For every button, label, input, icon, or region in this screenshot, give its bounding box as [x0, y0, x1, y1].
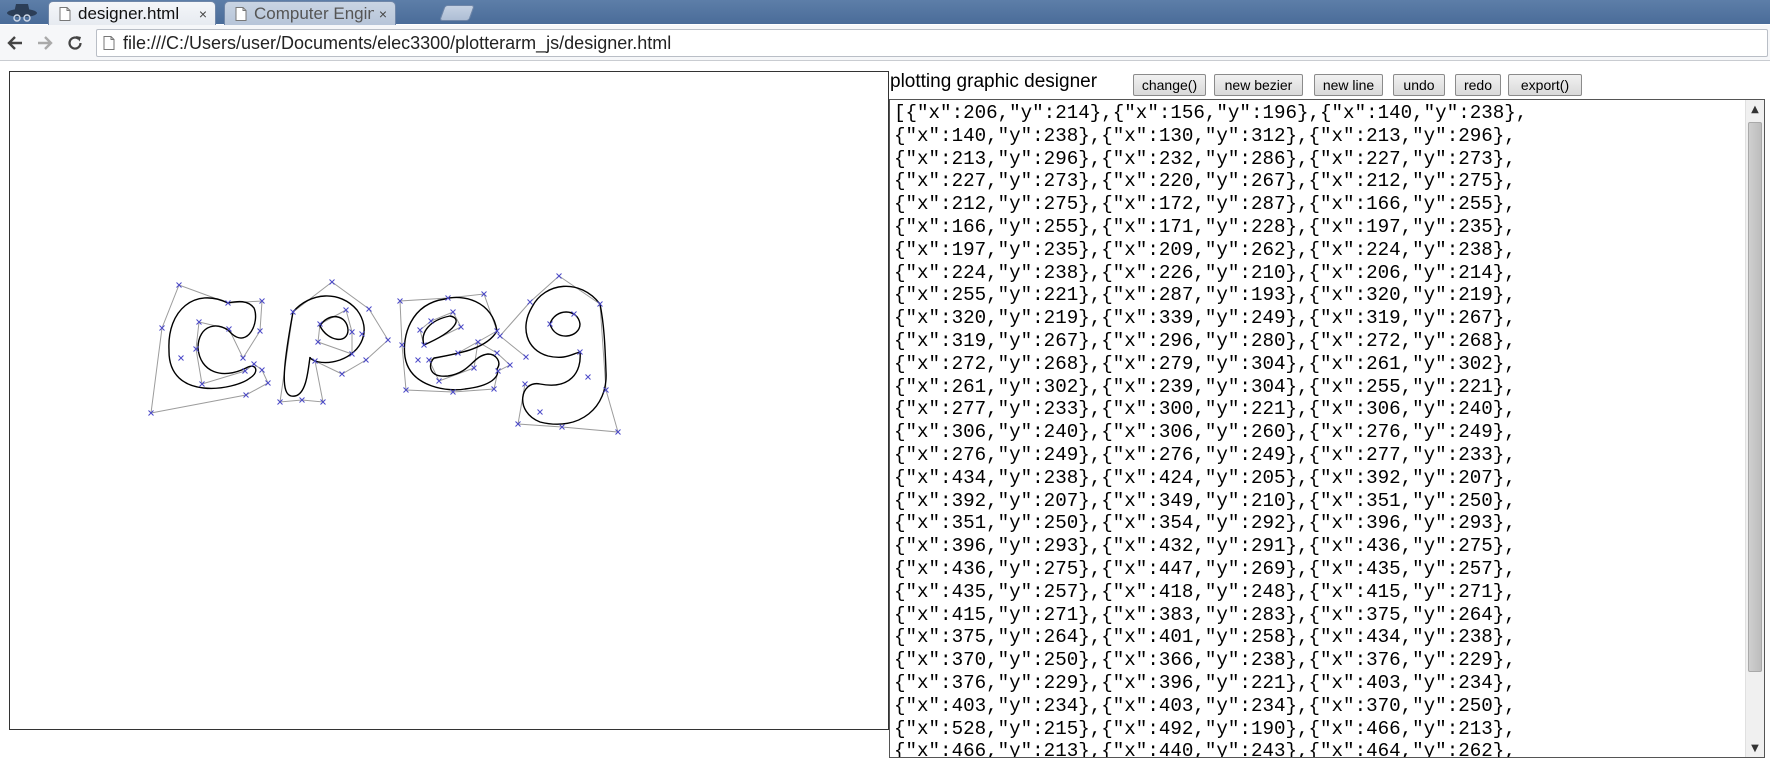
page-heading: plotting graphic designer [890, 71, 1098, 92]
control-point-marker[interactable] [507, 362, 513, 368]
control-point-marker[interactable] [259, 367, 265, 373]
control-point-marker[interactable] [428, 318, 434, 324]
tab-designer[interactable]: designer.html × [48, 1, 216, 26]
bezier-drawing[interactable] [10, 72, 888, 729]
new-bezier-button[interactable]: new bezier [1214, 74, 1303, 96]
change-button[interactable]: change() [1133, 74, 1206, 96]
json-line: {"x":415,"y":271},{"x":383,"y":283},{"x"… [894, 603, 1516, 626]
json-line: {"x":224,"y":238},{"x":226,"y":210},{"x"… [894, 261, 1516, 284]
scroll-up-icon[interactable]: ▲ [1746, 100, 1764, 118]
control-point-marker[interactable] [415, 357, 421, 363]
document-icon [59, 7, 71, 21]
control-point-marker[interactable] [494, 350, 500, 356]
control-point-marker[interactable] [537, 409, 543, 415]
json-line: {"x":351,"y":250},{"x":354,"y":292},{"x"… [894, 512, 1516, 535]
json-line: {"x":277,"y":233},{"x":300,"y":221},{"x"… [894, 398, 1516, 421]
json-line: {"x":376,"y":229},{"x":396,"y":221},{"x"… [894, 671, 1516, 694]
json-line: {"x":320,"y":219},{"x":339,"y":249},{"x"… [894, 307, 1516, 330]
json-line: {"x":227,"y":273},{"x":220,"y":267},{"x"… [894, 170, 1516, 193]
back-arrow-icon [7, 36, 22, 50]
control-point-marker[interactable] [527, 299, 533, 305]
address-bar[interactable]: file:///C:/Users/user/Documents/elec3300… [96, 29, 1768, 57]
incognito-icon [7, 4, 37, 22]
control-point-markers[interactable] [148, 273, 621, 435]
control-point-marker[interactable] [178, 355, 184, 361]
control-polygon [150, 275, 619, 433]
forward-button[interactable] [34, 32, 56, 54]
close-tab-icon[interactable]: × [379, 6, 387, 22]
json-line: {"x":528,"y":215},{"x":492,"y":190},{"x"… [894, 717, 1516, 740]
json-line: {"x":306,"y":240},{"x":306,"y":260},{"x"… [894, 421, 1516, 444]
close-tab-icon[interactable]: × [199, 6, 207, 22]
export-button[interactable]: export() [1508, 74, 1582, 96]
control-point-marker[interactable] [385, 337, 391, 343]
json-textarea[interactable]: [{"x":206,"y":214},{"x":156,"y":196},{"x… [889, 99, 1765, 758]
reload-button[interactable] [64, 32, 86, 54]
control-point-marker[interactable] [366, 306, 372, 312]
json-line: [{"x":206,"y":214},{"x":156,"y":196},{"x… [894, 102, 1528, 124]
tab-title: Computer Engin [254, 4, 374, 23]
control-point-marker[interactable] [458, 324, 464, 330]
document-icon [235, 7, 247, 21]
forward-arrow-icon [38, 36, 53, 50]
json-line: {"x":197,"y":235},{"x":209,"y":262},{"x"… [894, 238, 1516, 261]
control-point-marker[interactable] [265, 380, 271, 386]
json-line: {"x":396,"y":293},{"x":432,"y":291},{"x"… [894, 535, 1516, 558]
browser-toolbar: file:///C:/Users/user/Documents/elec3300… [0, 25, 1770, 61]
json-line: {"x":272,"y":268},{"x":279,"y":304},{"x"… [894, 352, 1516, 375]
new-line-button[interactable]: new line [1314, 74, 1383, 96]
json-line: {"x":370,"y":250},{"x":366,"y":238},{"x"… [894, 649, 1516, 672]
control-point-marker[interactable] [240, 355, 246, 361]
control-point-marker[interactable] [251, 361, 257, 367]
tab-computer-engineering[interactable]: Computer Engin × [224, 1, 396, 26]
json-line: {"x":375,"y":264},{"x":401,"y":258},{"x"… [894, 626, 1516, 649]
new-tab-button[interactable] [439, 5, 475, 21]
json-line: {"x":435,"y":257},{"x":418,"y":248},{"x"… [894, 580, 1516, 603]
control-point-marker[interactable] [176, 282, 182, 288]
json-line: {"x":255,"y":221},{"x":287,"y":193},{"x"… [894, 284, 1516, 307]
control-point-marker[interactable] [436, 378, 442, 384]
scroll-down-icon[interactable]: ▼ [1746, 739, 1764, 757]
curve-outlines [168, 285, 607, 425]
json-line: {"x":212,"y":275},{"x":172,"y":287},{"x"… [894, 193, 1516, 216]
reload-icon [68, 36, 82, 50]
control-point-marker[interactable] [363, 357, 369, 363]
tab-title: designer.html [78, 4, 180, 23]
json-output-text: [{"x":206,"y":214},{"x":156,"y":196},{"x… [894, 102, 1744, 758]
json-line: {"x":466,"y":213},{"x":440,"y":243},{"x"… [894, 740, 1516, 758]
back-button[interactable] [4, 32, 26, 54]
json-line: {"x":392,"y":207},{"x":349,"y":210},{"x"… [894, 489, 1516, 512]
undo-button[interactable]: undo [1393, 74, 1445, 96]
json-line: {"x":276,"y":249},{"x":276,"y":249},{"x"… [894, 443, 1516, 466]
json-line: {"x":140,"y":238},{"x":130,"y":312},{"x"… [894, 124, 1516, 147]
scroll-thumb[interactable] [1748, 122, 1762, 672]
page-icon [103, 36, 115, 50]
json-line: {"x":261,"y":302},{"x":239,"y":304},{"x"… [894, 375, 1516, 398]
control-point-marker[interactable] [523, 354, 529, 360]
json-line: {"x":403,"y":234},{"x":403,"y":234},{"x"… [894, 694, 1516, 717]
control-point-marker[interactable] [329, 279, 335, 285]
control-point-marker[interactable] [339, 371, 345, 377]
json-line: {"x":434,"y":238},{"x":424,"y":205},{"x"… [894, 466, 1516, 489]
tab-strip: designer.html × Computer Engin × [0, 0, 1770, 26]
control-point-marker[interactable] [585, 374, 591, 380]
redo-button[interactable]: redo [1455, 74, 1501, 96]
vertical-scrollbar[interactable]: ▲ ▼ [1745, 100, 1764, 757]
json-line: {"x":213,"y":296},{"x":232,"y":286},{"x"… [894, 147, 1516, 170]
url-text: file:///C:/Users/user/Documents/elec3300… [123, 32, 672, 53]
json-line: {"x":166,"y":255},{"x":171,"y":228},{"x"… [894, 215, 1516, 238]
control-point-marker[interactable] [497, 333, 503, 339]
control-point-marker[interactable] [571, 311, 577, 317]
control-point-marker[interactable] [450, 309, 456, 315]
control-point-marker[interactable] [556, 273, 562, 279]
json-line: {"x":436,"y":275},{"x":447,"y":269},{"x"… [894, 557, 1516, 580]
drawing-canvas[interactable] [9, 71, 889, 730]
json-line: {"x":319,"y":267},{"x":296,"y":280},{"x"… [894, 329, 1516, 352]
